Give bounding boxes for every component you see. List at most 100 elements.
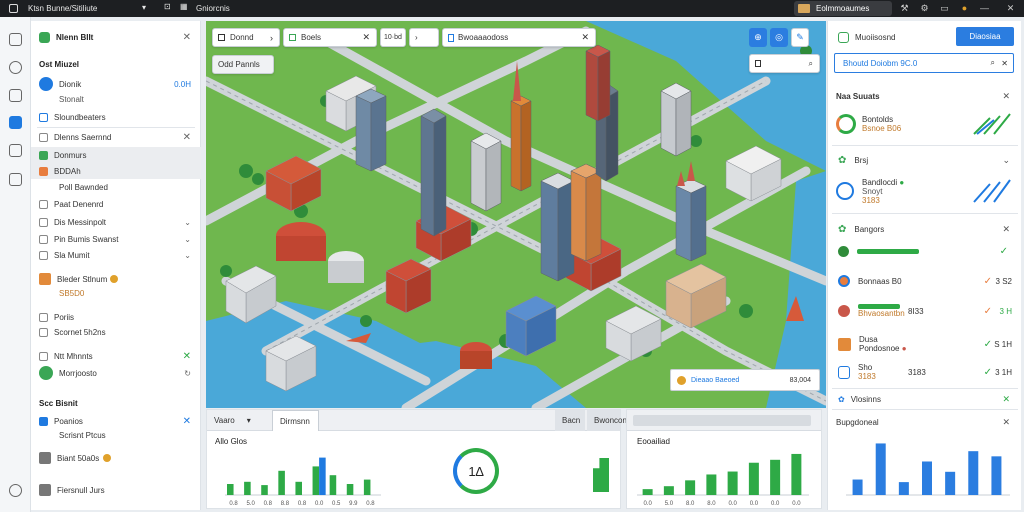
- stat-row[interactable]: Bhvaosantbn 8I33 ✓ 3 H: [828, 301, 1022, 321]
- chevron-down-icon[interactable]: ⌄: [1002, 155, 1010, 166]
- chart-bar[interactable]: [261, 485, 268, 495]
- stat-row[interactable]: Bonnaas B0 ✓ 3 S2: [828, 273, 1022, 289]
- chart-bar[interactable]: [295, 481, 302, 495]
- stat-row[interactable]: Dusa Pondosnoe ● ✓ S 1H: [828, 333, 1022, 355]
- list-item[interactable]: Pin Bumis Swanst ⌄: [31, 231, 201, 247]
- close-icon[interactable]: ✕: [362, 32, 370, 43]
- tools-icon[interactable]: ⚒: [898, 2, 911, 15]
- list-item[interactable]: Dis Messinpolt ⌄: [31, 214, 201, 230]
- filter-chip[interactable]: Odd Pannls: [212, 55, 274, 74]
- close-section-icon[interactable]: ✕: [1002, 91, 1010, 102]
- close-group-icon[interactable]: ✕: [183, 132, 191, 143]
- account-row[interactable]: Dionik 0.0H: [31, 76, 201, 92]
- chart-bar[interactable]: [244, 481, 251, 495]
- close-icon[interactable]: ✕: [581, 32, 589, 43]
- chart-bar[interactable]: [922, 461, 932, 495]
- footer-row[interactable]: ✿ Vlosinns ✕: [828, 392, 1022, 406]
- badge-icon[interactable]: ●: [958, 2, 971, 15]
- chart-bar[interactable]: [642, 489, 653, 495]
- close-icon[interactable]: ✕: [1002, 417, 1010, 428]
- map-icon[interactable]: [9, 116, 22, 129]
- screen-icon[interactable]: ▭: [938, 2, 951, 15]
- chart-bar[interactable]: [663, 486, 674, 495]
- close-icon[interactable]: ✕: [1002, 224, 1010, 235]
- settings-icon[interactable]: ⚙: [918, 2, 931, 15]
- stat-row[interactable]: ✓: [828, 243, 1022, 259]
- list-item[interactable]: BDDAh: [31, 163, 201, 179]
- chevron-down-icon[interactable]: ⌄: [184, 251, 191, 260]
- header-button[interactable]: Diaosiaa: [956, 27, 1014, 46]
- map-mini-search[interactable]: ⌕: [749, 54, 820, 73]
- list-item[interactable]: Donmurs: [31, 147, 201, 163]
- nav-item-row[interactable]: Morrjoosto ↻: [31, 365, 201, 381]
- legend-bwonconsd[interactable]: Bwonconsd: [587, 410, 635, 431]
- close-panel-icon[interactable]: ✕: [183, 32, 191, 43]
- chart-bar[interactable]: [945, 471, 956, 495]
- chart-bar[interactable]: [748, 462, 759, 495]
- window-menu-icon[interactable]: ▾: [142, 3, 146, 12]
- map-tool-layers[interactable]: ◎: [770, 28, 788, 47]
- chart-bar[interactable]: [791, 453, 802, 495]
- chart-bar[interactable]: [363, 479, 371, 495]
- gear-icon[interactable]: [9, 484, 22, 497]
- close-sub-icon[interactable]: ✕: [183, 416, 191, 427]
- info-popup[interactable]: Dieaao Baeoed 83,004: [670, 369, 820, 391]
- close-icon[interactable]: ✕: [1001, 59, 1008, 68]
- stat-row[interactable]: ✿ Brsj ⌄: [828, 153, 1022, 167]
- camera-icon[interactable]: ⊡: [164, 2, 171, 11]
- files-row[interactable]: Poriis: [31, 309, 201, 325]
- account-link-row[interactable]: Sloundbeaters: [31, 109, 201, 125]
- map-search-three[interactable]: Bwoaaaodoss ✕: [442, 28, 596, 47]
- zoom-indicator[interactable]: 10·bd: [380, 28, 406, 47]
- globe-icon[interactable]: [9, 61, 22, 74]
- stat-row[interactable]: ✿ Bangors ✕: [828, 222, 1022, 236]
- chevron-down-icon[interactable]: ⌄: [184, 218, 191, 227]
- chart-bar[interactable]: [968, 451, 979, 495]
- chart-bar[interactable]: [319, 457, 326, 495]
- sub-item-row[interactable]: Fiersnull Jurs: [31, 482, 201, 498]
- sub-item-row[interactable]: Biant 50a0s: [31, 450, 201, 466]
- right-search-input[interactable]: Bhoutd Doiobm 9C.0 ⌕ ✕: [834, 53, 1014, 73]
- tab-vaaro[interactable]: Vaaro ▾: [207, 410, 269, 431]
- chart-bar[interactable]: [991, 456, 1002, 495]
- close-icon[interactable]: ✕: [1002, 394, 1010, 405]
- chart-bar[interactable]: [875, 443, 886, 495]
- window-icon[interactable]: [9, 33, 22, 46]
- refresh-icon[interactable]: ↻: [184, 369, 191, 378]
- list-item[interactable]: Sla Mumit ⌄: [31, 247, 201, 263]
- chart-bar[interactable]: [312, 466, 320, 495]
- tab-dirmsnn[interactable]: Dirmsnn: [272, 410, 319, 431]
- chart-bar[interactable]: [852, 479, 863, 495]
- chart-bar[interactable]: [278, 470, 285, 495]
- map-search-one[interactable]: Donnd ›: [212, 28, 280, 47]
- stat-row[interactable]: Bandlocdi ● Snoyt 3183: [828, 177, 1022, 205]
- minimize-button[interactable]: —: [978, 2, 991, 15]
- chart-bar[interactable]: [770, 459, 781, 495]
- chart-bar[interactable]: [329, 475, 337, 495]
- map-tool-pin[interactable]: ⊕: [749, 28, 767, 47]
- active-tab[interactable]: Eolmmoaumes: [794, 1, 892, 16]
- stat-row[interactable]: Sho 3183 3183 ✓ 3 1H: [828, 361, 1022, 383]
- layers-icon[interactable]: [9, 89, 22, 102]
- building-icon[interactable]: [9, 144, 22, 157]
- tab-label[interactable]: Gniorcnis: [196, 4, 230, 13]
- chevron-right-icon[interactable]: ›: [270, 33, 273, 43]
- chart-bar[interactable]: [227, 484, 234, 495]
- stat-row[interactable]: Bontolds Bsnoe B06: [828, 111, 1022, 137]
- map-search-two[interactable]: Boels ✕: [283, 28, 377, 47]
- zoom-next[interactable]: ›: [409, 28, 439, 47]
- search-icon[interactable]: ⌕: [991, 58, 995, 68]
- city-map[interactable]: Donnd › Boels ✕ 10·bd › Bwoaaaodoss ✕ Od…: [206, 21, 826, 408]
- close-button[interactable]: ✕: [1004, 2, 1017, 15]
- list-item[interactable]: Poll Bawnded: [31, 179, 201, 195]
- collapse-icon[interactable]: ✕: [183, 351, 191, 362]
- chart-bar[interactable]: [346, 484, 354, 495]
- map-tool-brush[interactable]: ✎: [791, 28, 809, 47]
- chart-bar[interactable]: [685, 480, 696, 495]
- clipboard-icon[interactable]: [9, 173, 22, 186]
- chart-bar[interactable]: [727, 471, 738, 495]
- chart-bar[interactable]: [898, 482, 909, 495]
- grid-icon[interactable]: ▦: [180, 2, 188, 11]
- chevron-down-icon[interactable]: ⌄: [184, 235, 191, 244]
- legend-bacn[interactable]: Bacn: [555, 410, 585, 431]
